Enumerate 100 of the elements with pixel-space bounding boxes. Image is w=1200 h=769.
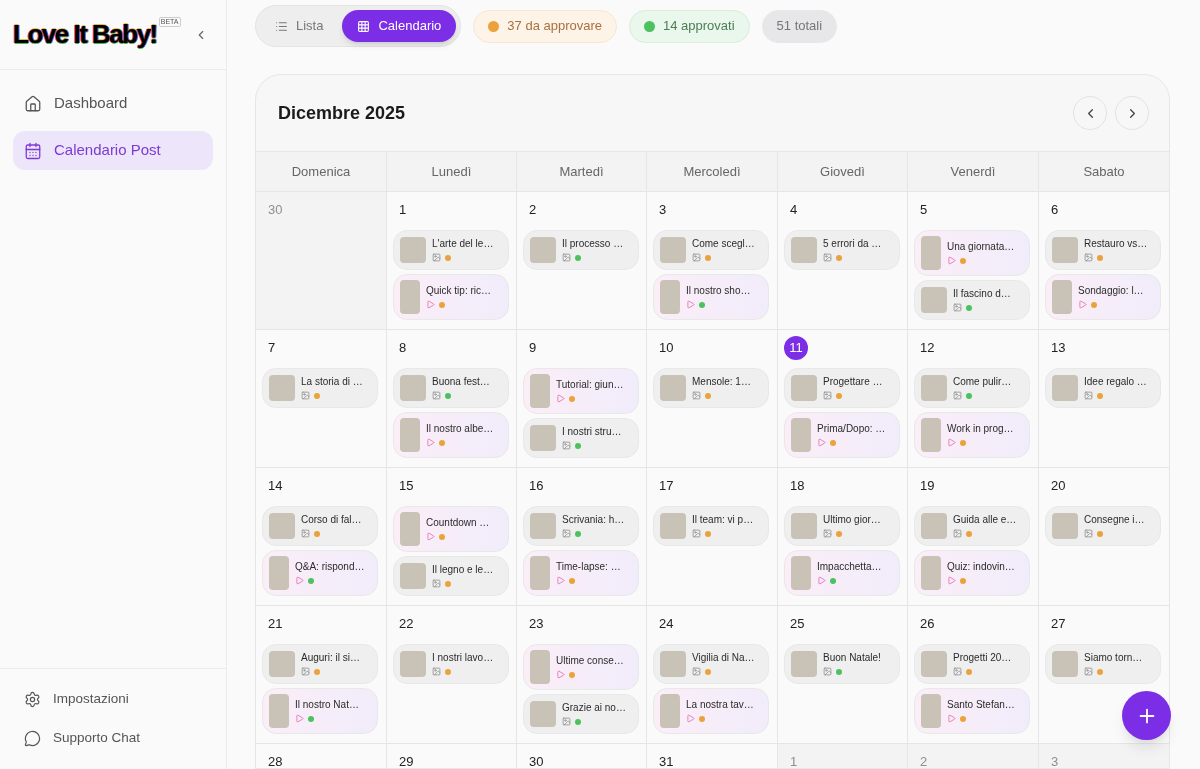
photo-placeholder bbox=[1052, 280, 1072, 314]
photo-placeholder bbox=[1052, 375, 1078, 401]
photo-placeholder bbox=[660, 237, 686, 263]
post-title: L'arte del le… bbox=[432, 238, 494, 250]
post-card[interactable]: Scrivania: h… bbox=[523, 506, 639, 546]
photo-placeholder bbox=[921, 556, 941, 590]
day-number: 27 bbox=[1051, 615, 1066, 634]
post-card[interactable]: Il nostro sho… bbox=[653, 274, 769, 320]
post-card[interactable]: Quiz: indovin… bbox=[914, 550, 1030, 596]
post-card[interactable]: Grazie ai no… bbox=[523, 694, 639, 734]
post-card[interactable]: Progettare … bbox=[784, 368, 900, 408]
day-number: 4 bbox=[790, 201, 798, 220]
post-card[interactable]: Countdown … bbox=[393, 506, 509, 552]
post-title: Guida alle e… bbox=[953, 514, 1017, 526]
day-number: 10 bbox=[659, 339, 674, 358]
post-card[interactable]: I nostri stru… bbox=[523, 418, 639, 458]
post-title: Q&A: rispond… bbox=[295, 561, 365, 573]
photo-placeholder bbox=[921, 236, 941, 270]
post-card[interactable]: Work in prog… bbox=[914, 412, 1030, 458]
post-card[interactable]: Santo Stefan… bbox=[914, 688, 1030, 734]
post-title: Restauro vs… bbox=[1084, 238, 1148, 250]
photo-placeholder bbox=[921, 651, 947, 677]
photo-placeholder bbox=[400, 237, 426, 263]
day-number: 20 bbox=[1051, 477, 1066, 496]
post-title: Il team: vi p… bbox=[692, 514, 754, 526]
photo-placeholder bbox=[660, 280, 680, 314]
post-card[interactable]: I nostri lavo… bbox=[393, 644, 509, 684]
post-card[interactable]: Tutorial: giun… bbox=[523, 368, 639, 414]
photo-placeholder bbox=[530, 237, 556, 263]
post-card[interactable]: Impacchetta… bbox=[784, 550, 900, 596]
post-title: Vigilia di Na… bbox=[692, 652, 755, 664]
post-card[interactable]: Prima/Dopo: … bbox=[784, 412, 900, 458]
view-tab[interactable]: Lista bbox=[260, 10, 339, 42]
post-card[interactable]: La nostra tav… bbox=[653, 688, 769, 734]
footer-item[interactable]: Supporto Chat bbox=[13, 720, 213, 757]
post-card[interactable]: Il processo … bbox=[523, 230, 639, 270]
post-title: Grazie ai no… bbox=[562, 702, 626, 714]
post-card[interactable]: La storia di … bbox=[262, 368, 378, 408]
day-number: 1 bbox=[790, 753, 798, 768]
post-card[interactable]: Come pulir… bbox=[914, 368, 1030, 408]
post-card[interactable]: Progetti 20… bbox=[914, 644, 1030, 684]
post-card[interactable]: Il nostro Nat… bbox=[262, 688, 378, 734]
nav-item[interactable]: Dashboard bbox=[13, 84, 213, 123]
calendar-icon bbox=[24, 141, 42, 160]
post-card[interactable]: Guida alle e… bbox=[914, 506, 1030, 546]
post-card[interactable]: Quick tip: ric… bbox=[393, 274, 509, 320]
post-card[interactable]: 5 errori da … bbox=[784, 230, 900, 270]
logo: Love It Baby! bbox=[13, 18, 157, 51]
photo-placeholder bbox=[269, 651, 295, 677]
post-title: Una giornata… bbox=[947, 241, 1015, 253]
post-card[interactable]: Time-lapse: … bbox=[523, 550, 639, 596]
post-title: La storia di … bbox=[301, 376, 363, 388]
photo-placeholder bbox=[400, 651, 426, 677]
photo-placeholder bbox=[1052, 237, 1078, 263]
post-title: La nostra tav… bbox=[686, 699, 754, 711]
post-title: Progetti 20… bbox=[953, 652, 1012, 664]
photo-placeholder bbox=[269, 513, 295, 539]
post-card[interactable]: L'arte del le… bbox=[393, 230, 509, 270]
post-card[interactable]: Buon Natale! bbox=[784, 644, 900, 684]
post-card[interactable]: Come scegl… bbox=[653, 230, 769, 270]
post-card[interactable]: Vigilia di Na… bbox=[653, 644, 769, 684]
post-card[interactable]: Restauro vs… bbox=[1045, 230, 1161, 270]
view-tab[interactable]: Calendario bbox=[342, 10, 457, 42]
post-card[interactable]: Corso di fal… bbox=[262, 506, 378, 546]
post-card[interactable]: Il nostro albe… bbox=[393, 412, 509, 458]
post-card[interactable]: Mensole: 1… bbox=[653, 368, 769, 408]
post-card[interactable]: Sondaggio: l… bbox=[1045, 274, 1161, 320]
day-number: 30 bbox=[529, 753, 544, 768]
post-title: Ultime conse… bbox=[556, 655, 624, 667]
post-card[interactable]: Idee regalo … bbox=[1045, 368, 1161, 408]
day-number: 2 bbox=[529, 201, 537, 220]
day-number: 15 bbox=[399, 477, 414, 496]
post-title: Il fascino d… bbox=[953, 288, 1011, 300]
post-title: Il nostro Nat… bbox=[295, 699, 359, 711]
post-card[interactable]: Il legno e le… bbox=[393, 556, 509, 596]
day-number: 7 bbox=[268, 339, 276, 358]
post-title: Siamo torn… bbox=[1084, 652, 1143, 664]
weekday-label: Mercoledì bbox=[683, 162, 741, 181]
day-number: 12 bbox=[920, 339, 935, 358]
post-card[interactable]: Auguri: il si… bbox=[262, 644, 378, 684]
photo-placeholder bbox=[269, 375, 295, 401]
post-title: Impacchetta… bbox=[817, 561, 882, 573]
day-number: 18 bbox=[790, 477, 805, 496]
photo-placeholder bbox=[1052, 513, 1078, 539]
post-card[interactable]: Il team: vi p… bbox=[653, 506, 769, 546]
post-card[interactable]: Una giornata… bbox=[914, 230, 1030, 276]
post-card[interactable]: Q&A: rispond… bbox=[262, 550, 378, 596]
post-title: Work in prog… bbox=[947, 423, 1014, 435]
day-number: 25 bbox=[790, 615, 805, 634]
nav-item[interactable]: Calendario Post bbox=[13, 131, 213, 170]
post-card[interactable]: Ultime conse… bbox=[523, 644, 639, 690]
post-card[interactable]: Buona fest… bbox=[393, 368, 509, 408]
day-number: 1 bbox=[399, 201, 407, 220]
post-card[interactable]: Ultimo gior… bbox=[784, 506, 900, 546]
post-card[interactable]: Il fascino d… bbox=[914, 280, 1030, 320]
footer-item[interactable]: Impostazioni bbox=[13, 681, 213, 718]
post-card[interactable]: Consegne i… bbox=[1045, 506, 1161, 546]
photo-placeholder bbox=[530, 701, 556, 727]
post-card[interactable]: Siamo torn… bbox=[1045, 644, 1161, 684]
photo-placeholder bbox=[269, 694, 289, 728]
